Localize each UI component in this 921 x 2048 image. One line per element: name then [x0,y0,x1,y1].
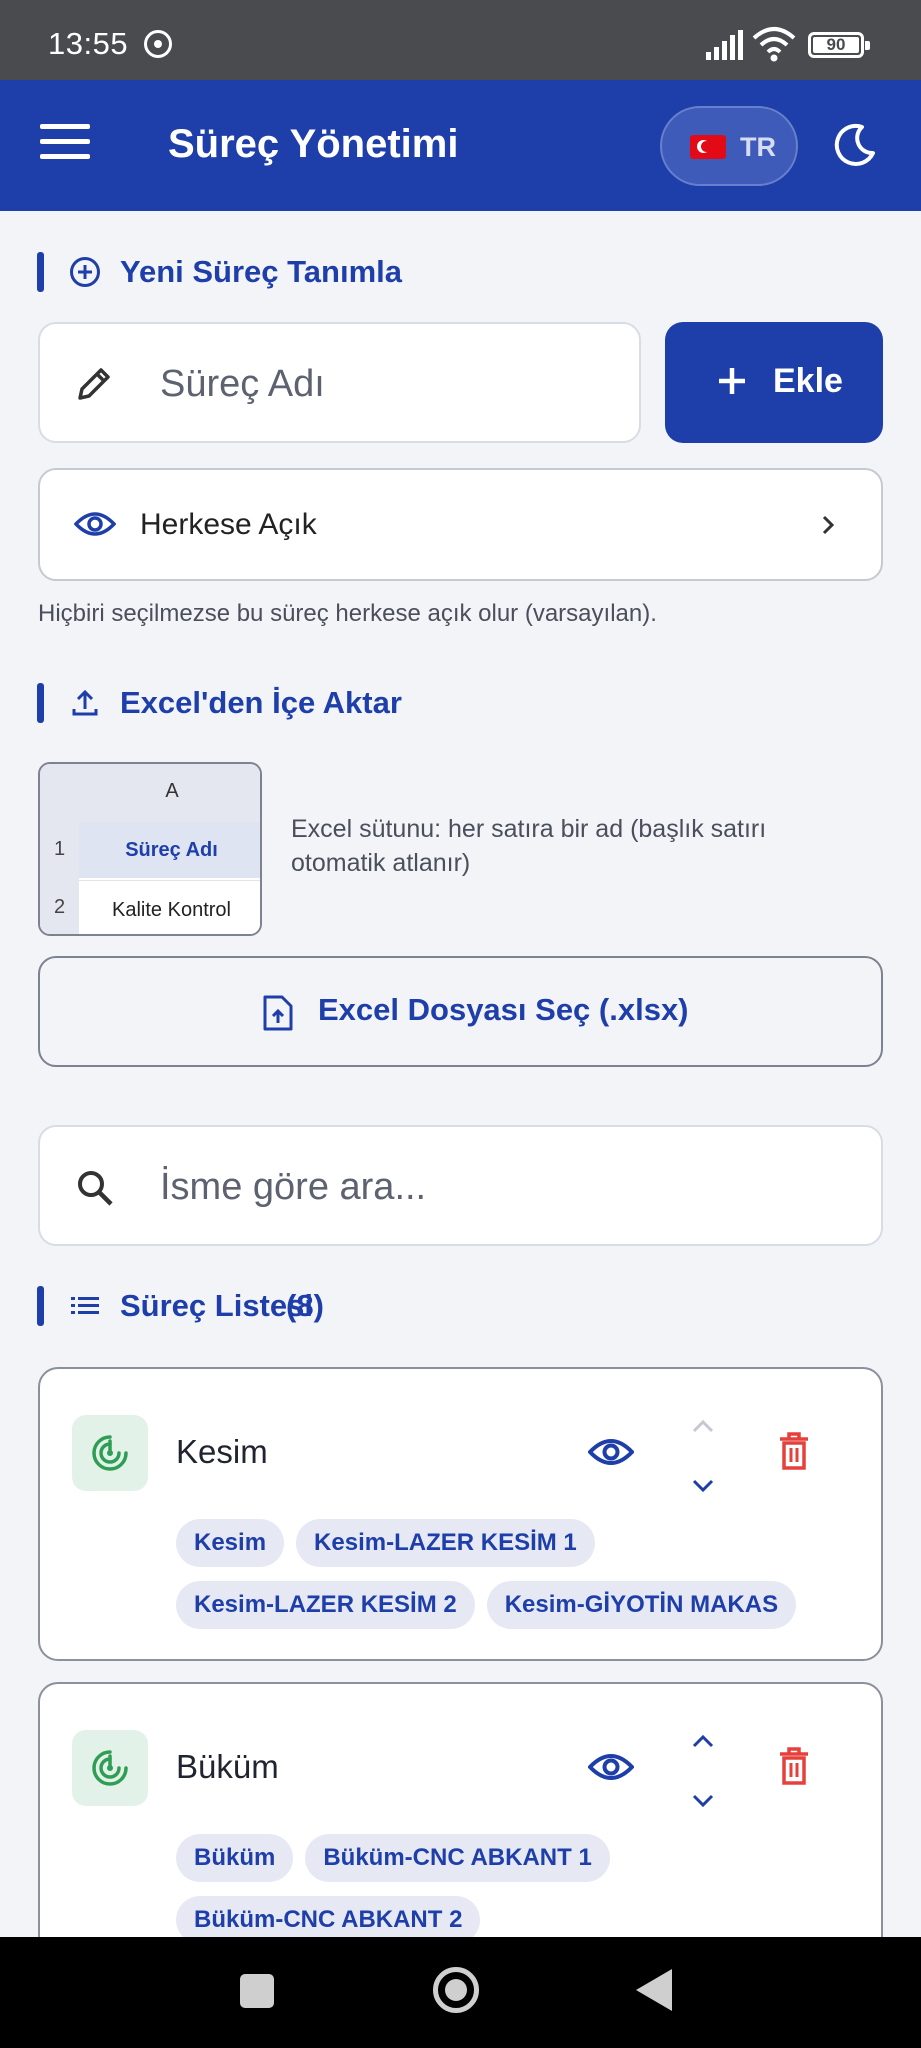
section-accent-bar [37,683,44,723]
trash-icon[interactable] [778,1746,810,1786]
visibility-hint: Hiçbiri seçilmezse bu süreç herkese açık… [38,600,657,627]
add-process-button[interactable]: Ekle [665,322,883,443]
radar-icon [92,1435,128,1471]
system-navigation-bar [0,1937,921,2048]
battery-level: 90 [826,35,846,54]
row-number: 1 [53,838,66,860]
pencil-icon [78,368,110,400]
process-name: Kesim [176,1433,268,1470]
excel-preview: A 1 2 Süreç Adı Kalite Kontrol [38,762,262,936]
process-card[interactable]: Kesim Kesim Kesim-LAZER KESİM 1 Kesim-LAZ… [38,1367,883,1661]
visibility-label: Herkese Açık [140,508,317,541]
eye-icon[interactable] [588,1435,634,1469]
chevron-up-icon[interactable] [690,1415,716,1437]
language-code: TR [740,132,776,162]
file-upload-icon [263,995,293,1031]
chevron-right-icon [822,515,835,535]
eye-icon[interactable] [588,1750,634,1784]
process-name: Büküm [176,1748,279,1785]
section-accent-bar [37,252,44,292]
process-name-field[interactable] [38,322,641,443]
page-title: Süreç Yönetimi [168,122,459,166]
section-new-process: Yeni Süreç Tanımla [37,252,537,292]
process-tag: Kesim [176,1519,285,1567]
eye-icon [74,512,116,536]
section-process-list: Süreç Listesi [37,1286,437,1326]
search-icon [78,1171,113,1206]
battery-icon: 90 [808,32,870,58]
column-letter: A [165,780,179,802]
process-tag: Kesim-LAZER KESİM 1 [296,1519,595,1567]
wifi-icon [752,27,796,62]
plus-icon [719,368,745,394]
section-title: Yeni Süreç Tanımla [120,254,402,289]
chevron-down-icon[interactable] [690,1790,716,1812]
back-button[interactable] [636,1969,672,2011]
process-tags: Kesim Kesim-LAZER KESİM 1 Kesim-LAZER KES… [176,1519,856,1643]
app-bar: Süreç Yönetimi TR [0,80,921,211]
language-switcher[interactable]: TR [660,106,798,186]
notification-icon [144,30,172,58]
home-button[interactable] [433,1967,479,2013]
process-tag: Kesim-GİYOTİN MAKAS [486,1581,797,1629]
section-title: Süreç Listesi [120,1288,313,1323]
chevron-up-icon[interactable] [690,1730,716,1752]
process-tag: Kesim-LAZER KESİM 2 [176,1581,475,1629]
recent-apps-button[interactable] [240,1974,274,2008]
excel-row-header: 1 2 [40,822,79,934]
radar-icon [92,1750,128,1786]
select-excel-file-button[interactable]: Excel Dosyası Seç (.xlsx) [38,956,883,1067]
search-input[interactable] [160,1157,840,1217]
status-bar: 13:55 90 [0,0,921,80]
visibility-selector[interactable]: Herkese Açık [38,468,883,581]
add-button-label: Ekle [773,362,843,400]
row-number: 2 [53,896,66,918]
section-excel-import: Excel'den İçe Aktar [37,683,537,723]
excel-cell-example: Kalite Kontrol [79,880,260,934]
chevron-down-icon[interactable] [690,1475,716,1497]
file-button-label: Excel Dosyası Seç (.xlsx) [318,992,689,1027]
excel-column-header: A [40,764,260,822]
excel-cell-header: Süreç Adı [79,822,260,878]
process-icon [72,1415,148,1491]
process-tag: Büküm [176,1834,294,1882]
section-accent-bar [37,1286,44,1326]
process-icon [72,1730,148,1806]
excel-description: Excel sütunu: her satıra bir ad (başlık … [291,815,767,877]
trash-icon[interactable] [778,1431,810,1471]
menu-icon[interactable] [40,124,90,164]
add-circle-icon [70,257,100,287]
section-title: Excel'den İçe Aktar [120,685,402,720]
process-name-input[interactable] [160,354,610,414]
status-time: 13:55 [48,26,129,61]
upload-icon [72,689,98,716]
signal-icon [706,30,743,60]
search-field[interactable] [38,1125,883,1246]
process-tag: Büküm-CNC ABKANT 1 [305,1834,610,1882]
process-count: (8) [286,1288,324,1323]
dark-mode-moon-icon[interactable] [832,122,878,168]
turkey-flag-icon [690,135,726,159]
list-icon [71,1297,99,1314]
